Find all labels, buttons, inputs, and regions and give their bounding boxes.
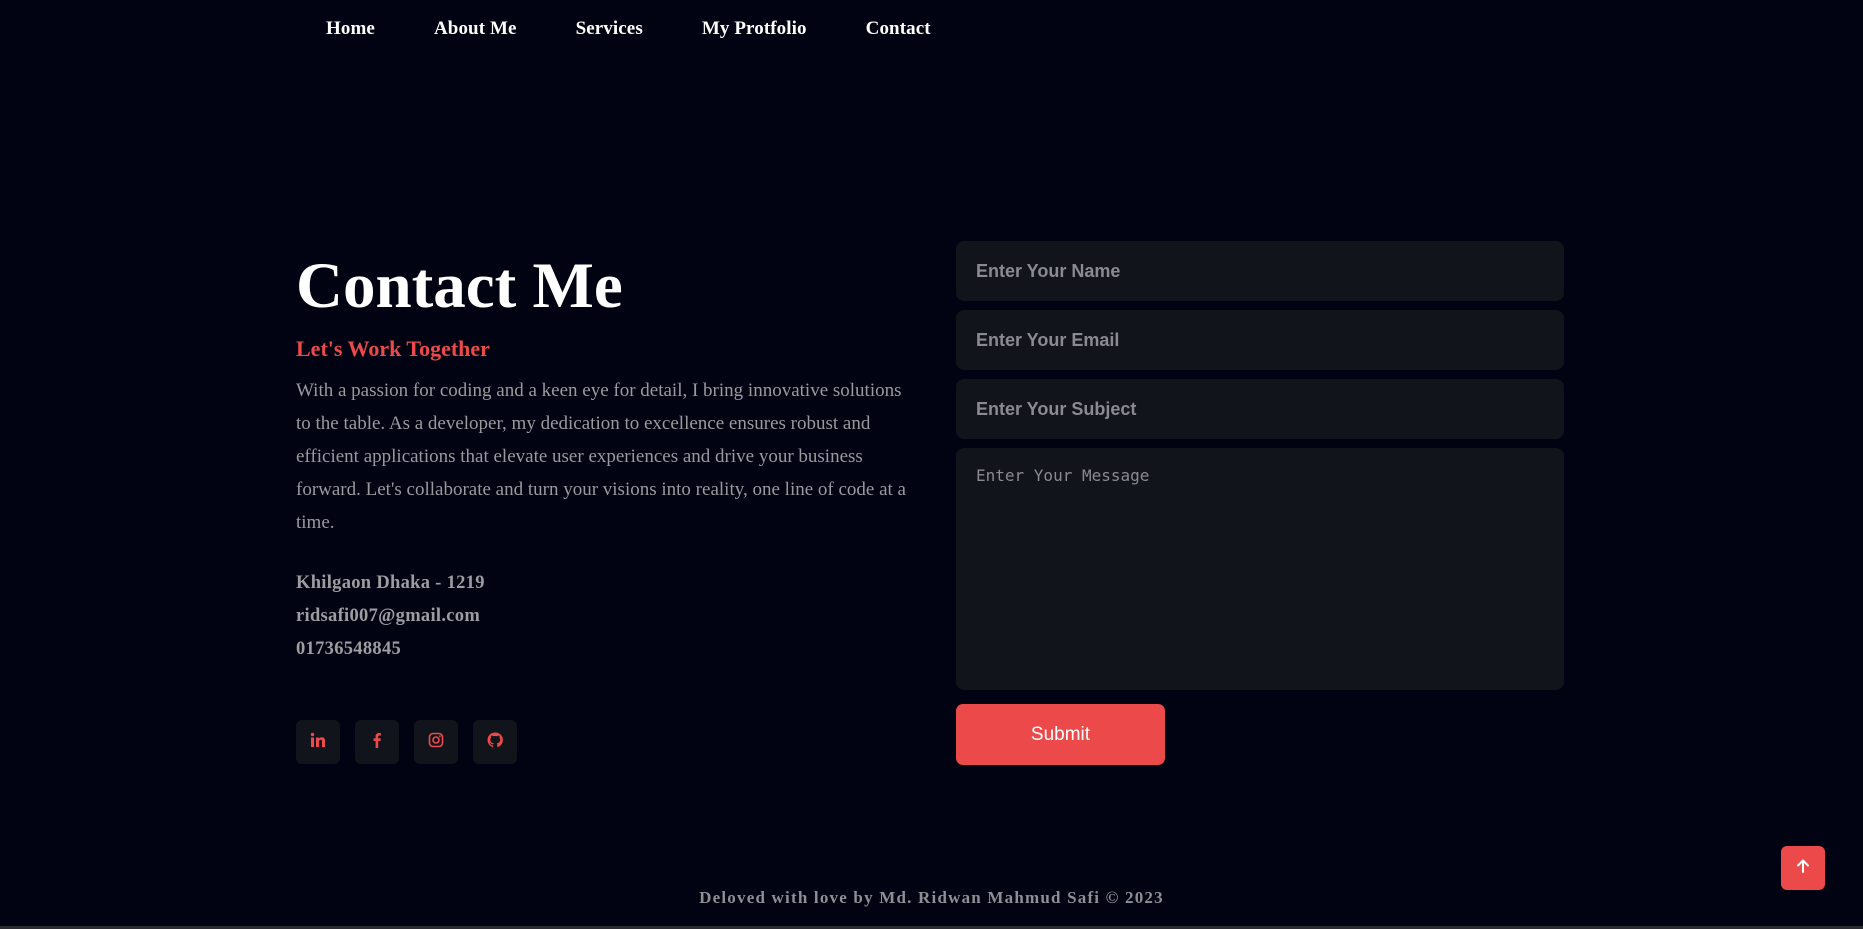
footer-text: Deloved with love by Md. Ridwan Mahmud S… <box>699 888 1164 907</box>
nav-link-portfolio[interactable]: My Protfolio <box>702 18 807 40</box>
arrow-up-icon <box>1795 858 1811 879</box>
nav-link-services[interactable]: Services <box>576 18 643 40</box>
scroll-top-button[interactable] <box>1781 846 1825 890</box>
linkedin-icon <box>310 732 326 753</box>
contact-address: Khilgaon Dhaka - 1219 <box>296 573 485 593</box>
contact-phone: 01736548845 <box>296 639 402 659</box>
submit-button[interactable]: Submit <box>956 704 1165 765</box>
email-input[interactable] <box>956 310 1564 370</box>
nav-link-home[interactable]: Home <box>326 18 375 40</box>
facebook-button[interactable] <box>355 720 399 764</box>
linkedin-button[interactable] <box>296 720 340 764</box>
contact-subtitle: Let's Work Together <box>296 336 490 361</box>
social-links <box>296 720 517 764</box>
nav-link-contact[interactable]: Contact <box>866 18 931 40</box>
contact-details: Khilgaon Dhaka - 1219 ridsafi007@gmail.c… <box>296 567 906 666</box>
contact-info-section: Contact Me Let's Work Together With a pa… <box>296 248 906 666</box>
facebook-icon <box>369 732 385 753</box>
contact-form: Submit <box>956 241 1564 765</box>
instagram-button[interactable] <box>414 720 458 764</box>
contact-email: ridsafi007@gmail.com <box>296 606 481 626</box>
message-textarea[interactable] <box>956 448 1564 690</box>
github-button[interactable] <box>473 720 517 764</box>
instagram-icon <box>428 732 444 753</box>
main-nav: Home About Me Services My Protfolio Cont… <box>326 18 990 40</box>
page-title: Contact Me <box>296 250 623 322</box>
name-input[interactable] <box>956 241 1564 301</box>
contact-description: With a passion for coding and a keen eye… <box>296 380 906 533</box>
nav-link-about[interactable]: About Me <box>434 18 517 40</box>
github-icon <box>487 731 503 753</box>
subject-input[interactable] <box>956 379 1564 439</box>
